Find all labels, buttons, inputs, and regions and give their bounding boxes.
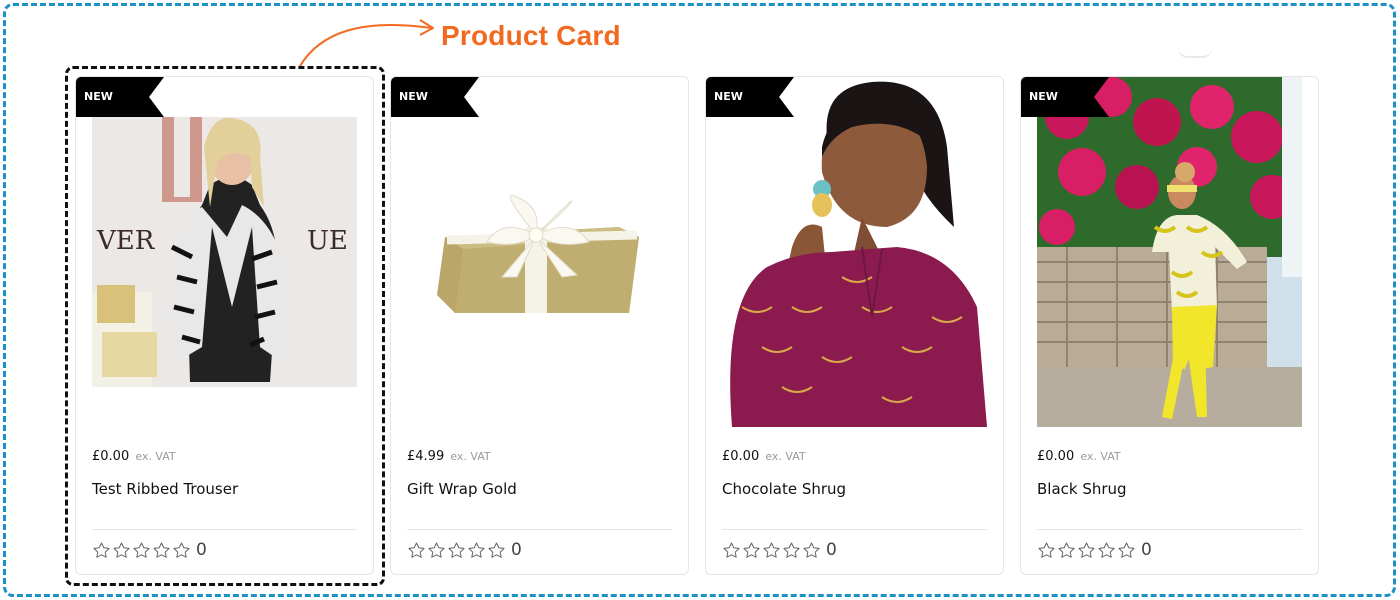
product-name[interactable]: Black Shrug (1037, 480, 1127, 498)
divider (1037, 529, 1302, 530)
star-outline-icon (468, 541, 485, 558)
rating-stars[interactable]: 0 (407, 539, 522, 561)
product-image[interactable] (1037, 77, 1302, 427)
product-name[interactable]: Chocolate Shrug (722, 480, 846, 498)
product-image[interactable] (722, 77, 987, 427)
star-outline-icon (783, 541, 800, 558)
star-outline-icon (488, 541, 505, 558)
price-suffix: ex. VAT (450, 450, 491, 463)
price-suffix: ex. VAT (765, 450, 806, 463)
price-line: £0.00 ex. VAT (722, 449, 806, 464)
price-suffix: ex. VAT (1080, 450, 1121, 463)
price: £0.00 (722, 449, 760, 464)
star-outline-icon (448, 541, 465, 558)
divider (407, 529, 672, 530)
star-outline-icon (1098, 541, 1115, 558)
product-card[interactable]: NEW £0.00 ex. VAT Black Shrug 0 (1020, 76, 1319, 575)
price: £0.00 (1037, 449, 1075, 464)
star-outline-icon (428, 541, 445, 558)
price-line: £0.00 ex. VAT (1037, 449, 1121, 464)
star-outline-icon (1038, 541, 1055, 558)
star-outline-icon (723, 541, 740, 558)
star-outline-icon (803, 541, 820, 558)
product-name[interactable]: Gift Wrap Gold (407, 480, 517, 498)
price: £4.99 (407, 449, 445, 464)
annotation-arrow-icon (299, 19, 434, 67)
star-outline-icon (763, 541, 780, 558)
price-line: £4.99 ex. VAT (407, 449, 491, 464)
divider (722, 529, 987, 530)
product-card[interactable]: NEW £0.00 ex. VAT Chocolate Shrug 0 (705, 76, 1004, 575)
product-card[interactable]: NEW £4.99 ex. VAT Gift Wrap Gold 0 (390, 76, 689, 575)
rating-stars[interactable]: 0 (722, 539, 837, 561)
star-outline-icon (743, 541, 760, 558)
rating-count: 0 (826, 540, 837, 560)
rating-count: 0 (511, 540, 522, 560)
decorative-tab (1178, 48, 1212, 58)
rating-count: 0 (1141, 540, 1152, 560)
star-outline-icon (1118, 541, 1135, 558)
product-card-highlight (65, 66, 385, 586)
product-image[interactable] (407, 77, 672, 427)
star-outline-icon (1078, 541, 1095, 558)
annotation-title: Product Card (441, 20, 621, 51)
star-outline-icon (408, 541, 425, 558)
rating-stars[interactable]: 0 (1037, 539, 1152, 561)
star-outline-icon (1058, 541, 1075, 558)
